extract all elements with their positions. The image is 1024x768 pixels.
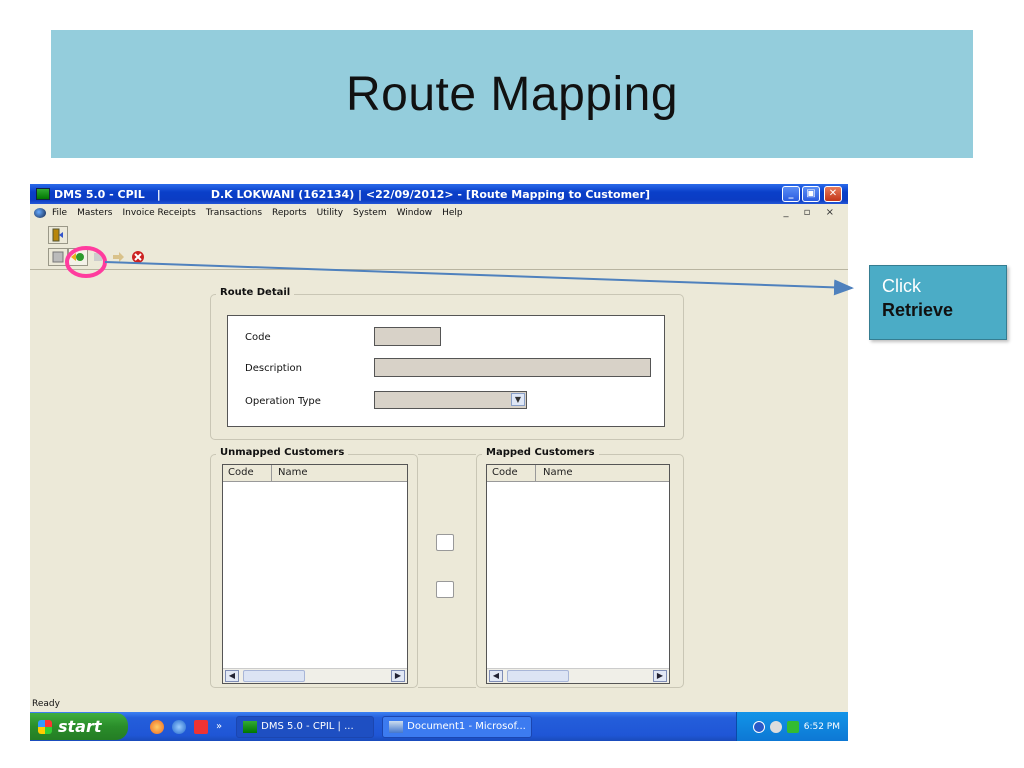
save-icon[interactable] [48,248,68,266]
app-logo-icon [36,188,50,200]
clock: 6:52 PM [803,721,840,732]
forward-icon[interactable] [108,248,128,266]
menu-window[interactable]: Window [397,208,433,218]
app-name: DMS 5.0 - CPIL [54,187,145,201]
taskbar: start » DMS 5.0 - CPIL | ... Document1 -… [30,712,848,741]
unmapped-hscroll[interactable]: ◀ ▶ [223,668,407,683]
status-bar: Ready [32,699,60,709]
mdi-window-controls[interactable]: _ ▫ × [783,207,840,218]
unmapped-list-header: Code Name [223,465,407,482]
app-menu-icon[interactable] [34,208,46,218]
callout-line2: Retrieve [882,300,954,320]
delete-icon[interactable] [88,248,108,266]
scroll-left-icon[interactable]: ◀ [225,670,239,682]
windows-flag-icon [38,719,52,734]
mapping-actions-frame [418,454,476,688]
ie-icon[interactable] [172,719,186,734]
task-dms-label: DMS 5.0 - CPIL | ... [261,721,354,732]
retrieve-icon[interactable] [68,248,88,266]
app-window: DMS 5.0 - CPIL | D.K LOKWANI (162134) | … [30,184,848,741]
window-titlebar[interactable]: DMS 5.0 - CPIL | D.K LOKWANI (162134) | … [30,184,848,204]
mapped-list[interactable]: Code Name ◀ ▶ [486,464,670,684]
menu-file[interactable]: File [52,208,67,218]
description-input[interactable] [374,358,651,377]
minimize-button[interactable]: _ [782,186,800,202]
mapped-hscroll[interactable]: ◀ ▶ [487,668,669,683]
menu-system[interactable]: System [353,208,387,218]
menu-masters[interactable]: Masters [77,208,112,218]
menu-invoice-receipts[interactable]: Invoice Receipts [123,208,196,218]
task-word-label: Document1 - Microsof... [407,721,526,732]
operation-type-select[interactable]: ▼ [374,391,527,409]
firefox-icon[interactable] [150,719,164,734]
unmapped-title: Unmapped Customers [216,447,349,458]
scroll-thumb[interactable] [243,670,305,682]
task-word[interactable]: Document1 - Microsof... [382,715,533,738]
click-retrieve-callout: Click Retrieve [869,265,1007,340]
menu-transactions[interactable]: Transactions [206,208,262,218]
exit-icon[interactable] [48,226,68,244]
slide: Route Mapping DMS 5.0 - CPIL | D.K LOKWA… [0,0,1024,768]
unmapped-col-code[interactable]: Code [228,467,254,478]
callout-line1: Click [882,276,921,296]
map-customer-button[interactable] [436,534,454,551]
mapped-col-name[interactable]: Name [543,467,573,478]
window-caption: D.K LOKWANI (162134) | <22/09/2012> - [R… [210,187,650,201]
system-tray: 6:52 PM [736,712,848,741]
more-quicklaunch-icon[interactable]: » [216,721,222,732]
mapped-title: Mapped Customers [482,447,599,458]
start-button[interactable]: start [30,713,128,740]
description-label: Description [245,363,302,374]
menu-reports[interactable]: Reports [272,208,307,218]
operation-type-label: Operation Type [245,396,321,407]
menu-help[interactable]: Help [442,208,463,218]
scroll-thumb[interactable] [507,670,569,682]
menu-utility[interactable]: Utility [317,208,343,218]
maximize-button[interactable]: ▣ [802,186,820,202]
title-banner: Route Mapping [51,30,973,158]
cancel-icon[interactable] [128,248,148,266]
unmap-customer-button[interactable] [436,581,454,598]
word-task-icon [389,720,404,733]
unmapped-col-name[interactable]: Name [278,467,308,478]
close-button[interactable]: ✕ [824,186,842,202]
unmapped-list[interactable]: Code Name ◀ ▶ [222,464,408,684]
antivirus-icon[interactable] [786,720,799,733]
slide-title: Route Mapping [345,67,679,121]
scroll-right-icon[interactable]: ▶ [653,670,667,682]
scroll-left-icon[interactable]: ◀ [489,670,503,682]
tray-arrow-icon[interactable] [752,720,765,733]
chevron-down-icon[interactable]: ▼ [511,393,525,406]
start-label: start [58,717,102,736]
menu-bar: File Masters Invoice Receipts Transactio… [30,204,848,222]
route-detail-title: Route Detail [216,287,295,298]
media-icon[interactable] [194,719,208,734]
toolbar-actions [30,246,848,270]
code-label: Code [245,332,271,343]
code-input[interactable] [374,327,441,346]
scroll-right-icon[interactable]: ▶ [391,670,405,682]
mapped-list-header: Code Name [487,465,669,482]
task-dms[interactable]: DMS 5.0 - CPIL | ... [236,715,375,738]
network-icon[interactable] [769,720,782,733]
mapped-col-code[interactable]: Code [492,467,518,478]
dms-task-icon [243,720,258,733]
title-separator: | [156,187,161,201]
